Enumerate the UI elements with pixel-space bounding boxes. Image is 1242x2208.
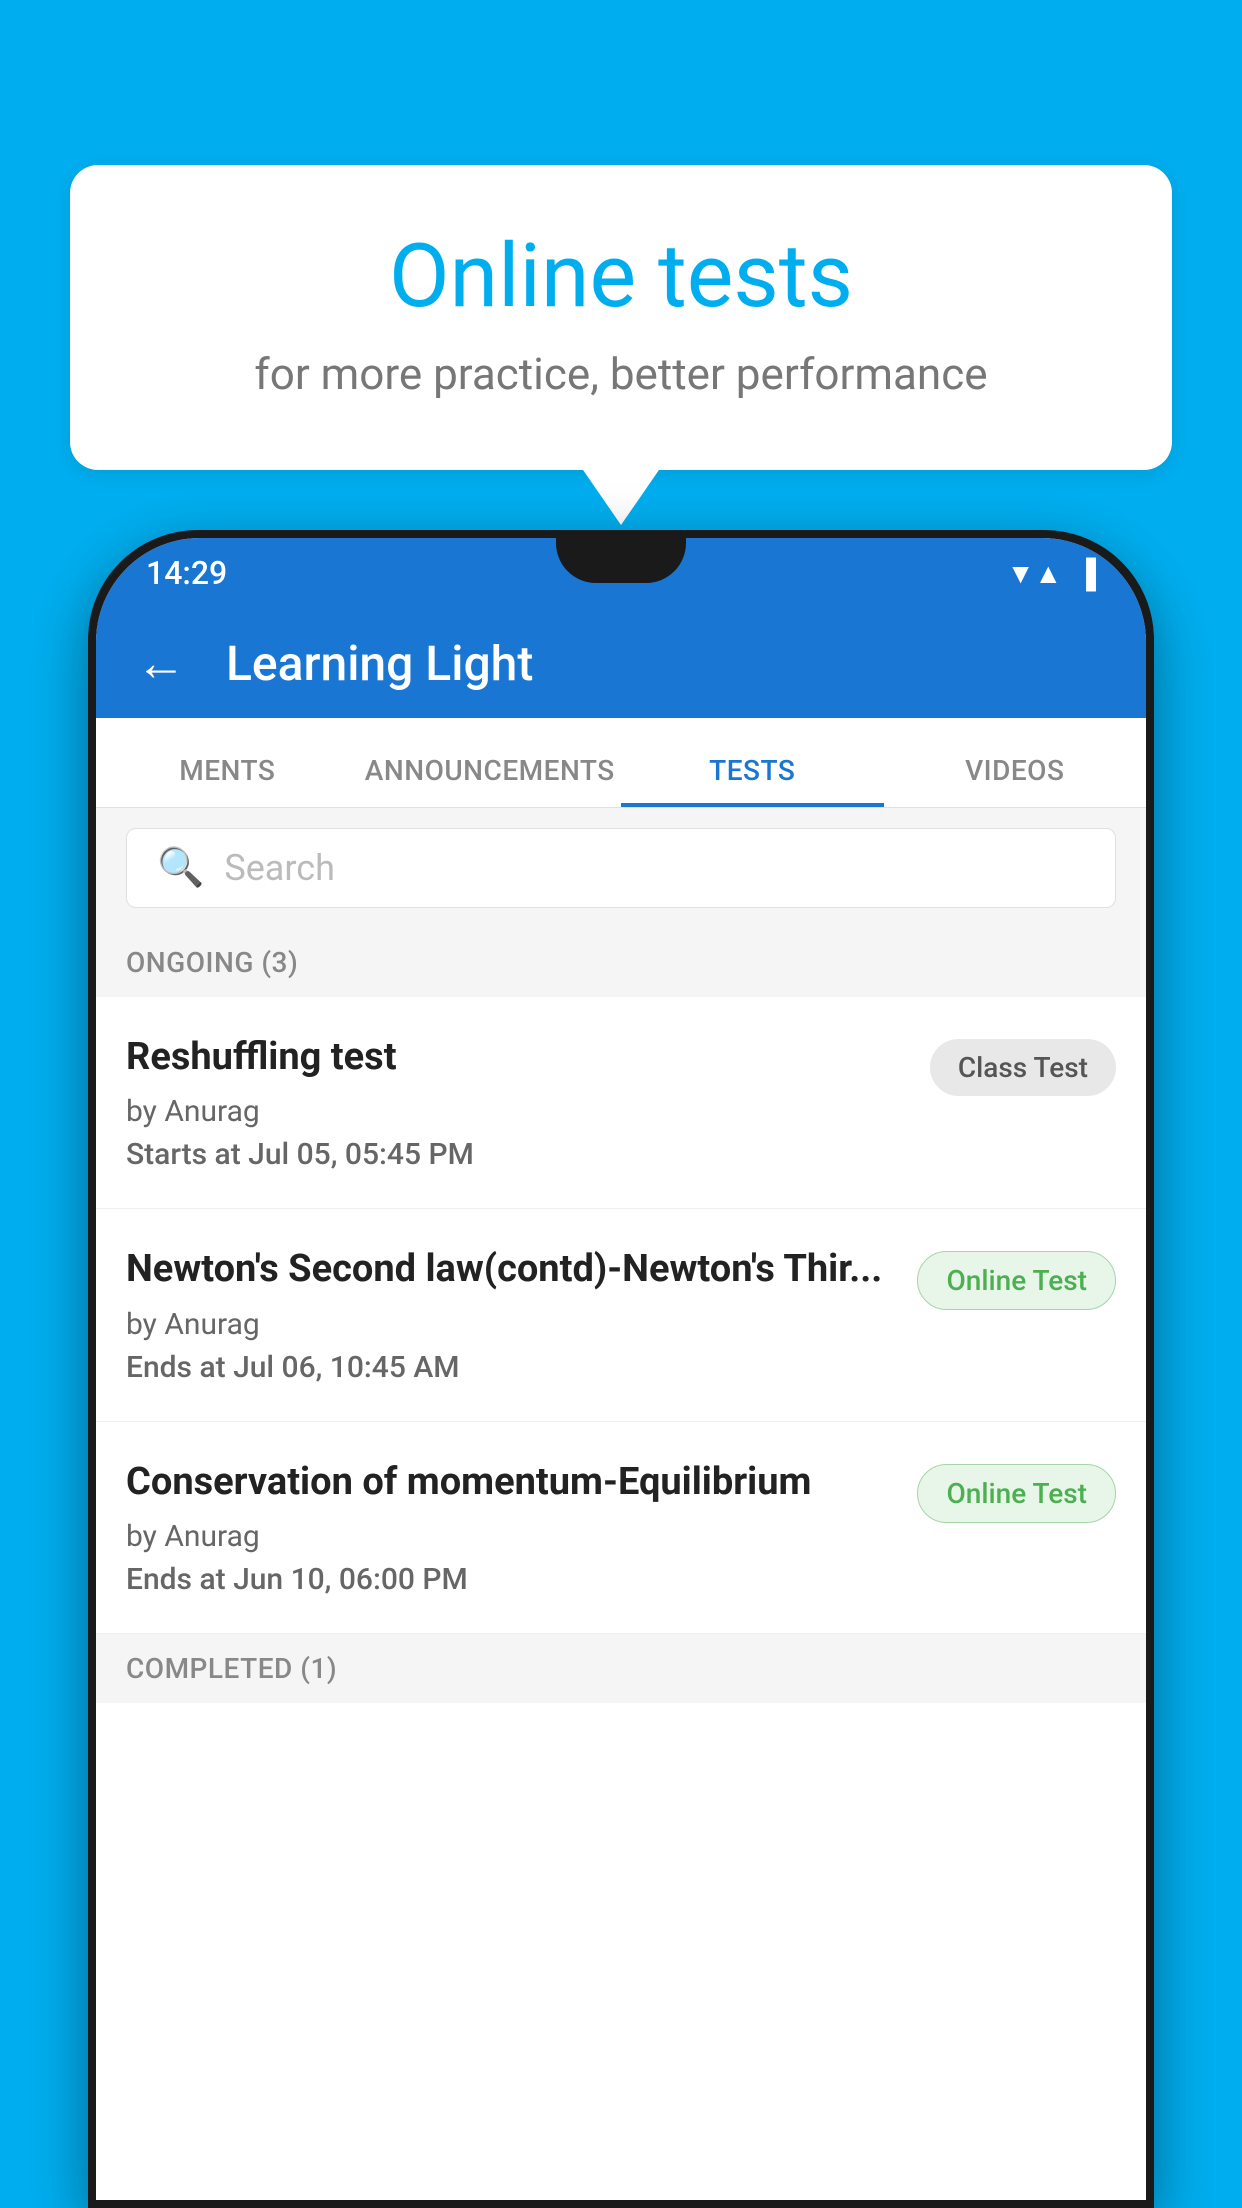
tab-bar: MENTS ANNOUNCEMENTS TESTS VIDEOS: [96, 718, 1146, 808]
test-time: Starts at Jul 05, 05:45 PM: [126, 1137, 910, 1172]
app-bar: ← Learning Light: [96, 608, 1146, 718]
test-info: Conservation of momentum-Equilibrium by …: [126, 1458, 897, 1597]
wifi-icon: ▼▲: [1007, 557, 1062, 590]
test-name: Reshuffling test: [126, 1033, 910, 1082]
test-item[interactable]: Newton's Second law(contd)-Newton's Thir…: [96, 1209, 1146, 1421]
test-info: Newton's Second law(contd)-Newton's Thir…: [126, 1245, 897, 1384]
status-icons: ▼▲ ▐: [1007, 557, 1096, 590]
phone-inner: 14:29 ▼▲ ▐ ← Learning Light MENTS ANNOUN…: [96, 538, 1146, 2200]
test-time: Ends at Jun 10, 06:00 PM: [126, 1562, 897, 1597]
search-container: 🔍 Search: [96, 808, 1146, 928]
test-author: by Anurag: [126, 1307, 897, 1342]
test-time: Ends at Jul 06, 10:45 AM: [126, 1350, 897, 1385]
test-list: Reshuffling test by Anurag Starts at Jul…: [96, 997, 1146, 1634]
test-badge: Class Test: [930, 1039, 1116, 1096]
test-badge: Online Test: [917, 1251, 1116, 1310]
search-icon: 🔍: [157, 846, 204, 890]
tab-announcements[interactable]: ANNOUNCEMENTS: [359, 754, 622, 807]
test-item[interactable]: Reshuffling test by Anurag Starts at Jul…: [96, 997, 1146, 1209]
notch: [556, 538, 686, 583]
completed-section-header: COMPLETED (1): [96, 1634, 1146, 1703]
test-name: Newton's Second law(contd)-Newton's Thir…: [126, 1245, 897, 1294]
back-button[interactable]: ←: [136, 634, 186, 693]
bubble-title: Online tests: [150, 225, 1092, 328]
test-item[interactable]: Conservation of momentum-Equilibrium by …: [96, 1422, 1146, 1634]
status-bar: 14:29 ▼▲ ▐: [96, 538, 1146, 608]
tab-videos[interactable]: VIDEOS: [884, 754, 1147, 807]
test-author: by Anurag: [126, 1519, 897, 1554]
test-info: Reshuffling test by Anurag Starts at Jul…: [126, 1033, 910, 1172]
ongoing-section-header: ONGOING (3): [96, 928, 1146, 997]
battery-icon: ▐: [1076, 557, 1096, 590]
search-box[interactable]: 🔍 Search: [126, 828, 1116, 908]
speech-bubble: Online tests for more practice, better p…: [70, 165, 1172, 470]
phone-frame: 14:29 ▼▲ ▐ ← Learning Light MENTS ANNOUN…: [88, 530, 1154, 2208]
tab-tests[interactable]: TESTS: [621, 754, 884, 807]
test-author: by Anurag: [126, 1094, 910, 1129]
test-badge: Online Test: [917, 1464, 1116, 1523]
status-time: 14:29: [146, 554, 227, 592]
app-title: Learning Light: [226, 635, 533, 692]
tab-ments[interactable]: MENTS: [96, 754, 359, 807]
test-name: Conservation of momentum-Equilibrium: [126, 1458, 897, 1507]
bubble-subtitle: for more practice, better performance: [150, 348, 1092, 400]
search-input[interactable]: Search: [224, 847, 335, 889]
